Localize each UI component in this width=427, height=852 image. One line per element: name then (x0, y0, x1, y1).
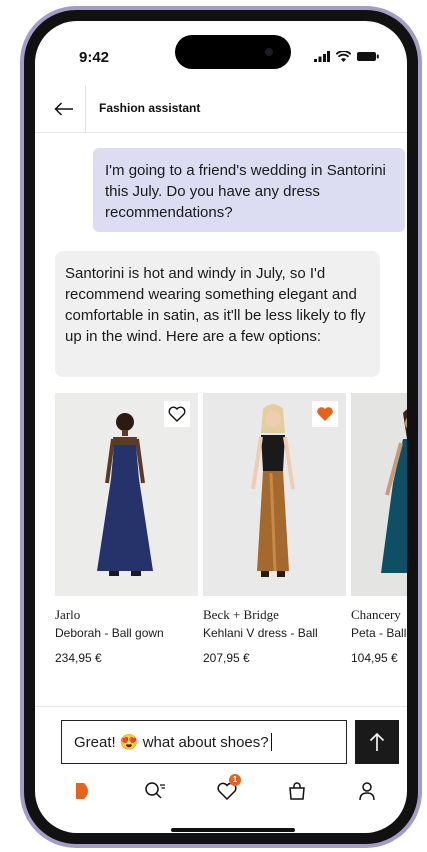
profile-icon (359, 782, 375, 801)
wifi-icon (336, 51, 351, 62)
favorite-button[interactable] (164, 401, 190, 427)
product-name: Kehlani V dress - Ball (203, 626, 318, 640)
battery-icon (357, 52, 379, 61)
back-button[interactable] (43, 85, 85, 133)
nav-profile[interactable] (347, 773, 387, 809)
nav-home[interactable] (63, 773, 103, 809)
phone-bezel: 9:42 Fashion assistant I'm going to a fr… (24, 10, 418, 844)
product-price: 234,95 € (55, 651, 102, 665)
product-brand: Beck + Bridge (203, 607, 279, 622)
composer-divider (35, 706, 407, 707)
product-card[interactable]: Chancery Peta - Ball 104,95 € (351, 393, 407, 665)
product-name: Peta - Ball (351, 626, 407, 640)
product-carousel[interactable]: Jarlo Deborah - Ball gown 234,95 € Beck … (55, 393, 407, 673)
heart-filled-icon (317, 407, 333, 421)
message-input[interactable]: Great! 😍 what about shoes? (61, 720, 347, 764)
favorites-badge: 1 (229, 774, 241, 786)
product-image[interactable] (55, 393, 198, 596)
status-bar: 9:42 (35, 21, 407, 83)
home-icon (76, 783, 88, 799)
user-message: I'm going to a friend's wedding in Santo… (93, 148, 405, 232)
arrow-up-icon (369, 732, 385, 751)
status-icons (314, 51, 379, 62)
back-arrow-icon (54, 102, 73, 116)
assistant-message: Santorini is hot and windy in July, so I… (55, 251, 380, 377)
product-price: 207,95 € (203, 651, 250, 665)
heart-outline-icon (168, 406, 186, 422)
dress-image-teal (381, 409, 407, 573)
page-title: Fashion assistant (99, 101, 201, 115)
chat-header: Fashion assistant (35, 85, 407, 133)
product-image[interactable] (351, 393, 407, 596)
product-price: 104,95 € (351, 651, 398, 665)
text-caret (270, 733, 272, 751)
nav-favorites[interactable]: 1 (207, 773, 247, 809)
bottom-nav: 1 (35, 773, 407, 809)
phone-frame: 9:42 Fashion assistant I'm going to a fr… (20, 6, 422, 848)
dynamic-island (175, 35, 291, 69)
product-card[interactable]: Beck + Bridge Kehlani V dress - Ball 207… (203, 393, 346, 665)
nav-bag[interactable] (277, 773, 317, 809)
message-input-value: Great! 😍 what about shoes? (74, 734, 269, 751)
product-image[interactable] (203, 393, 346, 596)
favorite-button[interactable] (312, 401, 338, 427)
product-brand: Chancery (351, 607, 401, 622)
screen: 9:42 Fashion assistant I'm going to a fr… (35, 21, 407, 833)
product-card[interactable]: Jarlo Deborah - Ball gown 234,95 € (55, 393, 198, 665)
home-indicator (171, 828, 295, 832)
signal-icon (314, 51, 330, 62)
status-time: 9:42 (79, 49, 110, 66)
search-icon (145, 782, 165, 799)
header-divider (85, 85, 86, 133)
send-button[interactable] (355, 720, 399, 764)
camera-dot (265, 48, 273, 56)
nav-search[interactable] (135, 773, 175, 809)
product-name: Deborah - Ball gown (55, 626, 164, 640)
product-brand: Jarlo (55, 607, 81, 622)
bag-icon (289, 782, 305, 800)
